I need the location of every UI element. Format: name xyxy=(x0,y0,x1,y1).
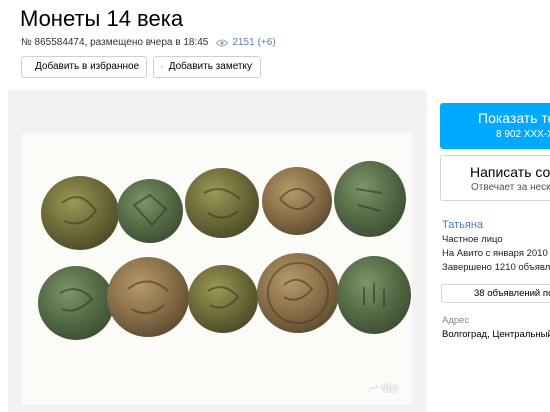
address-label: Адрес xyxy=(442,315,470,326)
seller-type: Частное лицо xyxy=(442,234,503,245)
page-title: Монеты 14 века xyxy=(20,6,184,31)
response-time-hint: Отвечает за неско xyxy=(471,182,550,193)
eye-icon xyxy=(216,39,229,47)
coin-1 xyxy=(41,176,119,250)
listing-meta: № 865584474, размещено вчера в 18:45 215… xyxy=(21,36,276,50)
coin-9 xyxy=(257,253,339,333)
note-icon xyxy=(161,66,163,68)
coin-6 xyxy=(38,266,114,340)
seller-listings-button[interactable]: 38 объявлений по xyxy=(441,284,550,303)
add-note-label: Добавить заметку xyxy=(168,61,252,72)
avito-watermark: Avito xyxy=(369,380,398,395)
show-phone-label: Показать те xyxy=(478,110,550,126)
coin-10 xyxy=(337,256,411,334)
address-value: Волгоград, Центральный xyxy=(442,329,550,340)
coin-3 xyxy=(185,168,259,238)
coin-2 xyxy=(117,179,183,243)
contact-sidebar: Показать те 8 902 XXX-X Написать соо Отв… xyxy=(440,0,550,412)
write-message-label: Написать соо xyxy=(470,164,550,180)
add-to-favorites-label: Добавить в избранное xyxy=(35,61,140,72)
add-to-favorites-button[interactable]: Добавить в избранное xyxy=(21,56,147,78)
listing-info: № 865584474, размещено вчера в 18:45 xyxy=(21,37,209,48)
views-count: 2151 xyxy=(232,37,255,48)
seller-since: На Авито с января 2010 xyxy=(442,248,548,259)
coin-7 xyxy=(107,257,189,337)
seller-completed: Завершено 1210 объявле xyxy=(442,262,550,273)
write-message-button[interactable]: Написать соо Отвечает за неско xyxy=(440,155,550,201)
listing-photo[interactable]: Avito xyxy=(22,133,412,405)
coin-4 xyxy=(262,167,332,235)
phone-number-masked: 8 902 XXX-X xyxy=(496,129,550,140)
views-counter[interactable]: 2151 (+6) xyxy=(216,36,276,50)
coin-8 xyxy=(188,265,258,333)
coins-illustration xyxy=(38,161,411,340)
views-delta: (+6) xyxy=(257,37,276,48)
show-phone-button[interactable]: Показать те 8 902 XXX-X xyxy=(440,103,550,149)
listing-actions: Добавить в избранное Добавить заметку xyxy=(21,56,261,78)
coin-5 xyxy=(334,161,406,237)
add-note-button[interactable]: Добавить заметку xyxy=(153,56,261,78)
avito-logo-icon xyxy=(370,381,383,394)
seller-name-link[interactable]: Татьяна xyxy=(442,219,483,231)
photo-gallery[interactable]: Avito xyxy=(8,90,427,412)
